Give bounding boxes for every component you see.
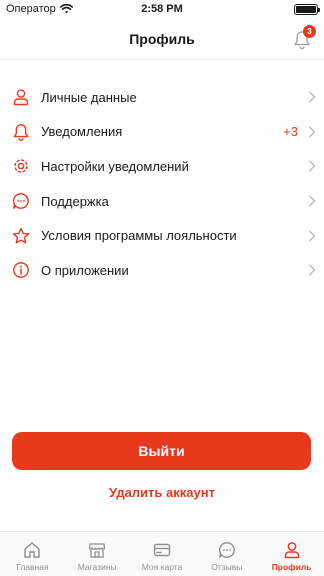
chevron-right-icon <box>309 160 316 172</box>
battery-level <box>296 6 316 13</box>
menu-item-label: Личные данные <box>41 89 137 105</box>
tab-home[interactable]: Главная <box>0 532 65 576</box>
chevron-right-icon <box>309 126 316 138</box>
logout-button[interactable]: Выйти <box>12 432 311 470</box>
menu-item-loyalty-terms[interactable]: Условия программы лояльности <box>0 218 324 253</box>
info-icon <box>12 261 30 279</box>
notification-badge: 3 <box>303 25 316 38</box>
card-icon <box>153 541 171 559</box>
tab-stores[interactable]: Магазины <box>65 532 130 576</box>
star-icon <box>12 227 30 245</box>
home-icon <box>23 541 41 559</box>
page-title: Профиль <box>129 31 195 47</box>
header: Профиль 3 <box>0 20 324 60</box>
person-icon <box>12 88 30 106</box>
chevron-right-icon <box>309 264 316 276</box>
menu-item-about[interactable]: О приложении <box>0 253 324 288</box>
store-icon <box>88 541 106 559</box>
menu-item-personal-data[interactable]: Личные данные <box>0 80 324 115</box>
menu-item-label: Поддержка <box>41 193 109 209</box>
menu-item-label: Уведомления <box>41 124 123 140</box>
menu-item-support[interactable]: Поддержка <box>0 184 324 219</box>
tab-my-card[interactable]: Моя карта <box>130 532 195 576</box>
menu-item-notification-settings[interactable]: Настройки уведомлений <box>0 149 324 184</box>
chevron-right-icon <box>309 91 316 103</box>
tab-profile[interactable]: Профиль <box>259 532 324 576</box>
tab-label: Главная <box>16 562 49 572</box>
menu-item-label: Настройки уведомлений <box>41 158 189 174</box>
menu-item-label: О приложении <box>41 262 129 278</box>
bell-icon <box>12 123 30 141</box>
status-bar: Оператор 2:58 PM <box>0 0 324 20</box>
person-icon <box>283 541 301 559</box>
tab-label: Профиль <box>271 562 312 572</box>
notifications-button[interactable]: 3 <box>292 25 316 51</box>
chat-dots-icon <box>218 541 236 559</box>
tab-label: Моя карта <box>141 562 183 572</box>
gear-icon <box>12 157 30 175</box>
menu-item-notifications[interactable]: Уведомления +3 <box>0 115 324 150</box>
tab-label: Магазины <box>77 562 117 572</box>
tab-bar: Главная Магазины Моя карта Отзывы Профил… <box>0 531 324 576</box>
menu-item-label: Условия программы лояльности <box>41 228 237 244</box>
status-time: 2:58 PM <box>141 3 183 15</box>
profile-menu: Личные данные Уведомления +3 Настройки у… <box>0 80 324 288</box>
chat-bubble-icon <box>12 192 30 210</box>
battery-icon <box>294 4 320 15</box>
status-right <box>294 4 320 15</box>
delete-account-link[interactable]: Удалить аккаунт <box>0 485 324 500</box>
tab-label: Отзывы <box>211 562 243 572</box>
notification-count: +3 <box>283 124 298 140</box>
chevron-right-icon <box>309 230 316 242</box>
tab-reviews[interactable]: Отзывы <box>194 532 259 576</box>
chevron-right-icon <box>309 195 316 207</box>
